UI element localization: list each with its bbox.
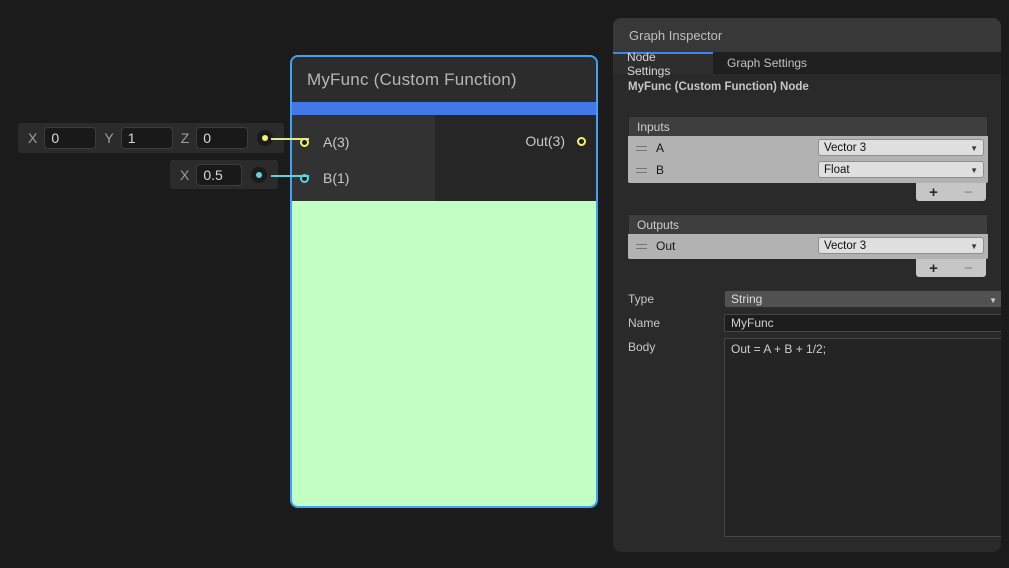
add-output-button[interactable]: + [929,261,938,276]
inputs-list-footer: + − [916,183,986,201]
port-row-b: B(1) [300,168,349,188]
vector3-x-field[interactable] [44,127,96,149]
type-field-row: Type String ▼ [628,290,988,308]
float-output-port[interactable] [248,164,270,186]
outputs-list: Outputs Out Vector 3 ▼ + − [628,214,988,259]
port-a-label: A(3) [323,134,349,150]
float-x-label: X [180,167,189,183]
input-b-type-dropdown[interactable]: Float ▼ [818,161,984,178]
inspector-node-heading: MyFunc (Custom Function) Node [628,81,809,93]
body-field[interactable]: Out = A + B + 1/2; [724,338,1001,537]
port-out-label: Out(3) [525,133,565,149]
vector3-y-field[interactable] [121,127,173,149]
drag-handle-icon[interactable] [636,146,647,151]
input-row-name: A [656,141,664,155]
chevron-down-icon: ▼ [970,166,978,175]
chevron-down-icon: ▼ [970,242,978,251]
drag-handle-icon[interactable] [636,168,647,173]
float-x-field[interactable] [196,164,242,186]
tab-graph-settings[interactable]: Graph Settings [713,52,821,74]
type-dropdown[interactable]: String ▼ [724,290,1001,308]
port-out-ring-icon[interactable] [577,137,586,146]
list-item[interactable]: Out Vector 3 ▼ [628,235,988,257]
vector3-z-field[interactable] [196,127,248,149]
graph-inspector-panel: Graph Inspector Node Settings Graph Sett… [613,18,1001,552]
custom-function-node[interactable]: MyFunc (Custom Function) A(3) B(1) Out(3… [290,55,598,508]
vector3-x-label: X [28,130,37,146]
remove-input-button[interactable]: − [964,185,973,200]
vector3-y-label: Y [104,130,113,146]
node-accent-bar [292,102,596,115]
vector3-z-label: Z [181,130,190,146]
name-field-row: Name [628,314,988,332]
dropdown-value: String [731,292,762,306]
dropdown-value: Vector 3 [824,240,866,252]
input-row-name: B [656,163,664,177]
list-item[interactable]: A Vector 3 ▼ [628,137,988,159]
dropdown-value: Vector 3 [824,142,866,154]
node-preview [292,201,596,506]
inputs-list-header: Inputs [628,116,988,136]
input-a-type-dropdown[interactable]: Vector 3 ▼ [818,139,984,156]
drag-handle-icon[interactable] [636,244,647,249]
output-row-name: Out [656,239,675,253]
name-label: Name [628,316,660,330]
output-out-type-dropdown[interactable]: Vector 3 ▼ [818,237,984,254]
float-input-widget: X [170,160,278,189]
port-row-a: A(3) [300,132,349,152]
list-item[interactable]: B Float ▼ [628,159,988,181]
inputs-list-body: A Vector 3 ▼ B Float ▼ [628,136,988,183]
float-port-dot-icon [256,172,262,178]
vector3-input-widget: X Y Z [18,123,284,153]
add-input-button[interactable]: + [929,185,938,200]
node-input-ports: A(3) B(1) [292,115,435,201]
node-title: MyFunc (Custom Function) [292,57,596,102]
chevron-down-icon: ▼ [970,144,978,153]
chevron-down-icon: ▼ [989,296,997,305]
inspector-tabs: Node Settings Graph Settings [613,52,1001,74]
port-b-label: B(1) [323,170,349,186]
body-field-row: Body Out = A + B + 1/2; [628,338,988,537]
name-field[interactable] [724,314,1001,332]
node-output-ports: Out(3) [435,115,596,201]
outputs-list-body: Out Vector 3 ▼ [628,234,988,259]
edge-float-to-b[interactable] [271,175,309,177]
edge-vector3-to-a[interactable] [271,138,309,140]
node-ports-area: A(3) B(1) Out(3) [292,115,596,201]
type-label: Type [628,292,654,306]
tab-node-settings[interactable]: Node Settings [613,52,713,74]
inputs-list: Inputs A Vector 3 ▼ B Float ▼ [628,116,988,183]
remove-output-button[interactable]: − [964,261,973,276]
inspector-title[interactable]: Graph Inspector [613,18,1001,52]
outputs-list-footer: + − [916,259,986,277]
shader-graph-canvas: X Y Z X MyFunc (Custom Function) A(3) [0,0,1009,568]
port-row-out: Out(3) [525,131,586,151]
outputs-list-header: Outputs [628,214,988,234]
body-label: Body [628,340,655,354]
dropdown-value: Float [824,164,850,176]
